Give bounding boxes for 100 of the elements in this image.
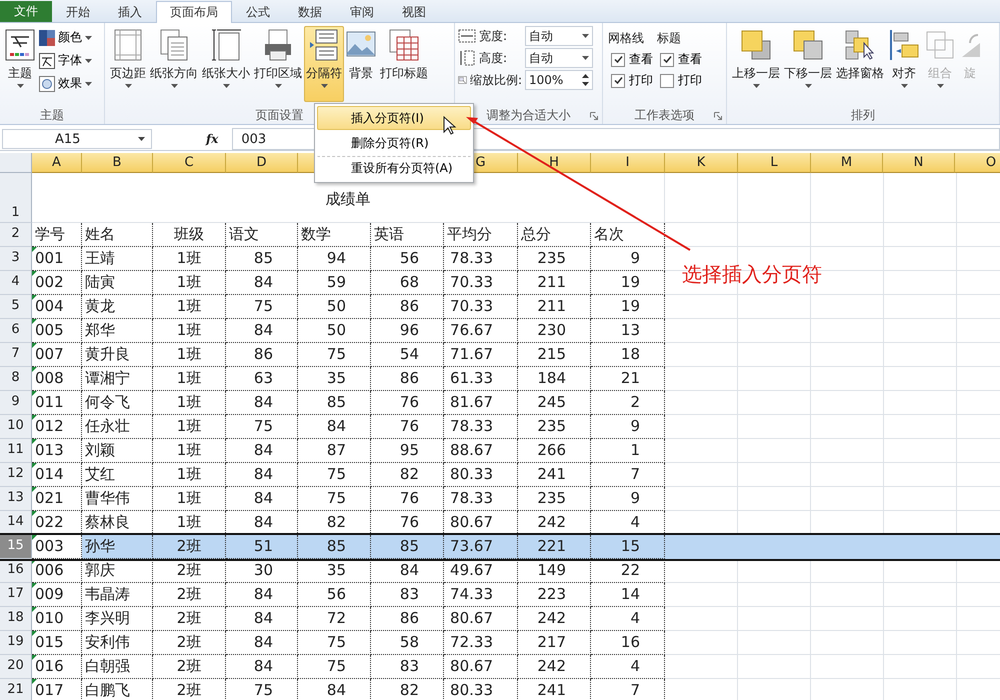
ribbon-button[interactable]: 页边距 — [108, 26, 148, 102]
table-cell: 016 — [32, 655, 82, 679]
table-cell: 21 — [591, 367, 665, 391]
row-header[interactable]: 6 — [0, 319, 32, 343]
ribbon-tab[interactable]: 插入 — [104, 1, 156, 22]
table-cell: 84 — [226, 583, 298, 607]
ribbon-small-button[interactable]: 颜色 — [37, 28, 94, 47]
dropdown-field[interactable]: 自动 — [525, 26, 593, 46]
row-header[interactable]: 8 — [0, 367, 32, 391]
table-cell: 211 — [518, 295, 591, 319]
option-heading: 标题 — [657, 30, 682, 47]
ribbon-tab[interactable]: 审阅 — [336, 1, 388, 22]
checkbox[interactable]: 打印 — [608, 72, 653, 89]
table-cell: 211 — [518, 271, 591, 295]
column-header[interactable]: I — [591, 153, 665, 173]
table-cell: 75 — [298, 631, 371, 655]
bring-forward-icon — [740, 29, 772, 61]
checkbox[interactable]: 打印 — [657, 72, 702, 89]
table-cell: 007 — [32, 343, 82, 367]
row-header[interactable]: 7 — [0, 343, 32, 367]
column-header[interactable]: B — [82, 153, 153, 173]
column-header[interactable]: K — [665, 153, 738, 173]
height-icon — [458, 50, 476, 66]
row-header[interactable]: 18 — [0, 607, 32, 631]
row-header[interactable]: 2 — [0, 223, 32, 247]
dialog-launcher-icon[interactable] — [714, 112, 722, 120]
page-break-icon — [309, 29, 339, 61]
ribbon-tab[interactable]: 页面布局 — [156, 1, 232, 23]
ribbon-button[interactable]: 背景 — [344, 26, 378, 102]
ribbon-button[interactable]: 选择窗格 — [834, 26, 886, 102]
table-cell: 76 — [371, 511, 444, 535]
table-cell: 217 — [518, 631, 591, 655]
column-header[interactable]: D — [226, 153, 298, 173]
table-cell: 221 — [518, 535, 591, 559]
ribbon-button[interactable]: 打印标题 — [378, 26, 430, 102]
table-cell: 谭湘宁 — [82, 367, 153, 391]
row-header[interactable]: 19 — [0, 631, 32, 655]
ribbon-tab[interactable]: 公式 — [232, 1, 284, 22]
checkbox[interactable]: 查看 — [657, 51, 702, 68]
ribbon-button[interactable]: 对齐 — [886, 26, 922, 102]
cursor-icon — [443, 116, 457, 136]
row-header[interactable]: 4 — [0, 271, 32, 295]
table-cell: 241 — [518, 463, 591, 487]
ribbon-tab[interactable]: 文件 — [0, 1, 52, 22]
ribbon-button[interactable]: 纸张大小 — [200, 26, 252, 102]
column-header[interactable]: A — [32, 153, 82, 173]
ribbon-button[interactable]: 分隔符 — [304, 26, 344, 102]
row-header[interactable]: 5 — [0, 295, 32, 319]
table-cell: 72 — [298, 607, 371, 631]
name-box[interactable]: A15 — [2, 129, 152, 149]
row-header[interactable]: 20 — [0, 655, 32, 679]
ribbon-tab[interactable]: 数据 — [284, 1, 336, 22]
row-header[interactable]: 12 — [0, 463, 32, 487]
table-cell: 76.67 — [444, 319, 518, 343]
table-cell: 22 — [591, 559, 665, 583]
row-header[interactable]: 1 — [0, 173, 32, 223]
document-icon — [159, 29, 189, 61]
table-cell: 75 — [226, 295, 298, 319]
menu-item[interactable]: 插入分页符(I) — [317, 106, 471, 130]
ribbon-small-button[interactable]: 字体 — [37, 51, 94, 70]
table-cell: 004 — [32, 295, 82, 319]
table-cell: 86 — [371, 295, 444, 319]
font-box-icon — [39, 52, 55, 68]
ribbon-button[interactable]: 下移一层 — [782, 26, 834, 102]
row-header[interactable]: 9 — [0, 391, 32, 415]
ribbon-button[interactable]: 打印区域 — [252, 26, 304, 102]
ribbon-tab[interactable]: 视图 — [388, 1, 440, 22]
table-cell: 84 — [226, 487, 298, 511]
row-header[interactable]: 16 — [0, 559, 32, 583]
column-header[interactable]: O — [955, 153, 1000, 173]
table-cell: 王靖 — [82, 247, 153, 271]
column-header[interactable]: M — [811, 153, 883, 173]
ribbon-button[interactable]: 上移一层 — [730, 26, 782, 102]
row-header[interactable]: 3 — [0, 247, 32, 271]
checkbox[interactable]: 查看 — [608, 51, 653, 68]
column-header[interactable]: N — [883, 153, 955, 173]
menu-item[interactable]: 重设所有分页符(A) — [317, 156, 471, 180]
function-button[interactable]: fx — [206, 132, 226, 146]
row-header[interactable]: 13 — [0, 487, 32, 511]
column-header[interactable]: H — [518, 153, 591, 173]
table-cell: 艾红 — [82, 463, 153, 487]
table-cell: 230 — [518, 319, 591, 343]
row-header[interactable]: 10 — [0, 415, 32, 439]
ribbon-button[interactable]: 主题 — [3, 26, 37, 102]
dialog-launcher-icon[interactable] — [590, 112, 598, 120]
ribbon-small-button[interactable]: 效果 — [37, 74, 94, 93]
row-header[interactable]: 11 — [0, 439, 32, 463]
table-cell: 022 — [32, 511, 82, 535]
dropdown-field[interactable]: 自动 — [525, 48, 593, 68]
row-header[interactable]: 14 — [0, 511, 32, 535]
ribbon-tab[interactable]: 开始 — [52, 1, 104, 22]
column-header[interactable]: L — [738, 153, 811, 173]
table-cell: 56 — [371, 247, 444, 271]
row-header[interactable]: 17 — [0, 583, 32, 607]
table-cell: 85 — [298, 535, 371, 559]
ribbon-button[interactable]: 纸张方向 — [148, 26, 200, 102]
column-header[interactable]: C — [153, 153, 226, 173]
spin-field[interactable]: 100% — [525, 70, 593, 90]
row-header[interactable]: 21 — [0, 679, 32, 700]
checkmark-icon — [662, 55, 672, 64]
